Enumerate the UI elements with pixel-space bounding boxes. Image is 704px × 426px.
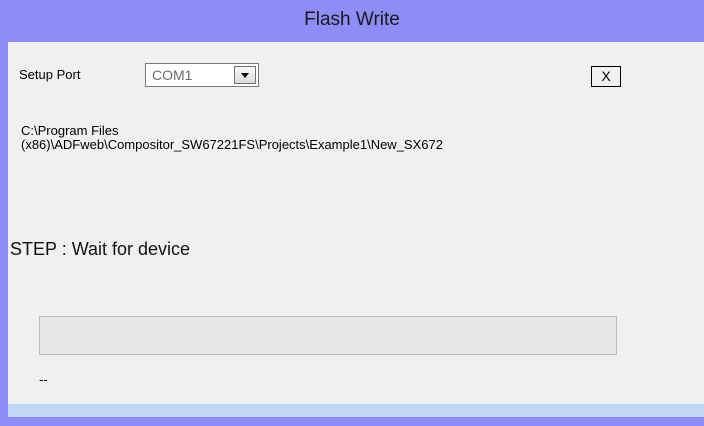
flash-write-window: Flash Write Setup Port COM1 X C:\Program…	[0, 0, 704, 426]
close-button[interactable]: X	[591, 66, 621, 87]
progress-bar	[39, 316, 617, 355]
status-text: --	[39, 372, 48, 387]
port-select[interactable]: COM1	[145, 63, 259, 87]
port-select-value: COM1	[152, 67, 193, 83]
window-title: Flash Write	[304, 9, 400, 30]
chevron-down-icon	[241, 73, 249, 78]
window-client-area: Setup Port COM1 X C:\Program Files (x86)…	[8, 42, 704, 404]
window-bottom-border	[0, 417, 704, 426]
step-status: STEP : Wait for device	[10, 239, 191, 259]
project-path: C:\Program Files (x86)\ADFweb\Compositor…	[21, 123, 443, 152]
status-strip	[8, 404, 704, 417]
setup-port-label: Setup Port	[19, 67, 81, 82]
port-dropdown-button[interactable]	[234, 66, 256, 84]
